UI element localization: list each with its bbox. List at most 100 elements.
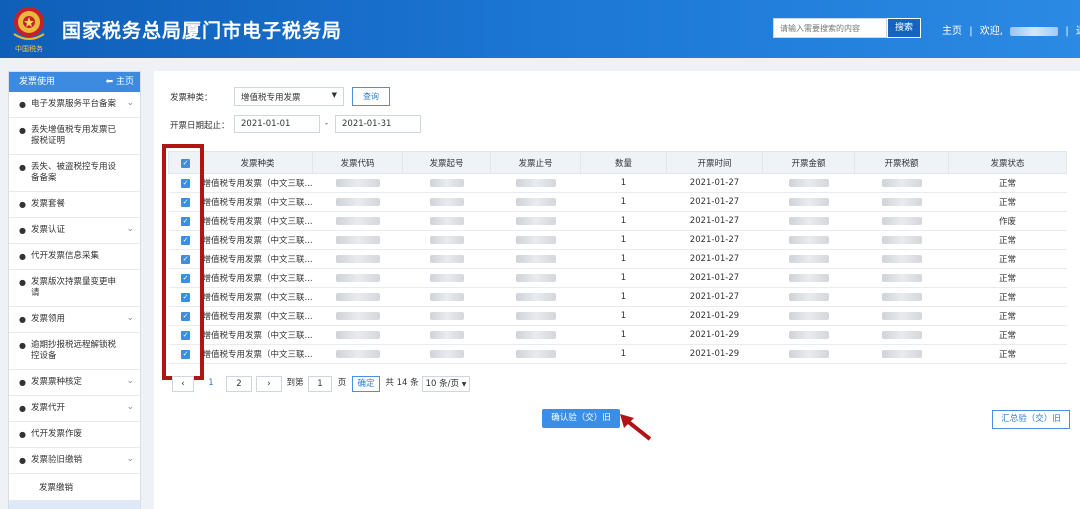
sidebar-item-label: 发票套餐 xyxy=(31,199,66,209)
sidebar-item-label: 发票领用 xyxy=(31,314,66,324)
next-page-button[interactable]: › xyxy=(256,376,282,392)
sidebar-item-label: 代开发票作废 xyxy=(31,429,83,439)
date-from-input[interactable]: 2021-01-01 xyxy=(234,115,320,133)
sidebar-item[interactable]: ● 发票领用 ⌄ xyxy=(9,307,140,333)
sidebar-item[interactable]: ● 发票验旧缴销 ⌄ xyxy=(9,448,140,474)
prev-page-button[interactable]: ‹ xyxy=(172,376,194,392)
amount-cell-redacted xyxy=(762,287,855,307)
chevron-down-icon: ⌄ xyxy=(126,224,134,234)
invoice-code-cell-redacted xyxy=(312,306,403,326)
tax-cell-redacted xyxy=(854,287,949,307)
sidebar-item[interactable]: ● 丢失、被盗税控专用设备备案 xyxy=(9,155,140,192)
column-header: 发票状态 xyxy=(948,151,1067,174)
invoice-type-cell: 增值税专用发票（中文三联... xyxy=(202,325,313,345)
invoice-type-cell: 增值税专用发票（中文三联... xyxy=(202,173,313,193)
status-cell: 正常 xyxy=(948,268,1067,288)
sidebar-title: 发票使用 xyxy=(19,77,56,87)
bullet-icon: ● xyxy=(19,430,26,439)
goto-label: 到第 xyxy=(286,378,304,388)
invoice-start-no-cell-redacted xyxy=(402,211,491,231)
bullet-icon: ● xyxy=(19,404,26,413)
table-row[interactable]: ✓ 增值税专用发票（中文三联... 1 2021-01-29 正常 xyxy=(168,306,1067,326)
table-row[interactable]: ✓ 增值税专用发票（中文三联... 1 2021-01-27 正常 xyxy=(168,173,1067,193)
table-row[interactable]: ✓ 增值税专用发票（中文三联... 1 2021-01-29 正常 xyxy=(168,344,1067,364)
page-2-button[interactable]: 2 xyxy=(226,376,252,392)
tax-emblem-icon xyxy=(13,7,45,40)
status-cell: 正常 xyxy=(948,173,1067,193)
sidebar-item[interactable]: ● 发票版次持票量变更申请 xyxy=(9,270,140,307)
page-1-button[interactable]: 1 xyxy=(204,376,218,392)
link-separator-2: | xyxy=(1065,26,1069,37)
issue-date-cell: 2021-01-27 xyxy=(666,230,763,250)
tax-cell-redacted xyxy=(854,344,949,364)
date-range-label: 开票日期起止： xyxy=(170,121,230,131)
chevron-down-icon: ▼ xyxy=(331,91,337,99)
sidebar-item-label: 电子发票服务平台备案 xyxy=(31,99,117,109)
bullet-icon: ● xyxy=(19,456,26,465)
invoice-start-no-cell-redacted xyxy=(402,173,491,193)
home-link[interactable]: 主页 xyxy=(942,26,962,37)
status-cell: 正常 xyxy=(948,306,1067,326)
invoice-code-cell-redacted xyxy=(312,173,403,193)
search-button[interactable]: 搜索 xyxy=(887,18,921,38)
sidebar-subitem[interactable]: 发票验（交）旧 xyxy=(9,501,140,509)
query-button[interactable]: 查询 xyxy=(352,87,390,106)
confirm-return-button[interactable]: 确认验（交）旧 xyxy=(542,409,620,428)
sidebar-item[interactable]: ● 电子发票服务平台备案 ⌄ xyxy=(9,92,140,118)
amount-cell-redacted xyxy=(762,306,855,326)
sidebar-item[interactable]: ● 代开发票信息采集 xyxy=(9,244,140,270)
table-row[interactable]: ✓ 增值税专用发票（中文三联... 1 2021-01-27 作废 xyxy=(168,211,1067,231)
issue-date-cell: 2021-01-27 xyxy=(666,268,763,288)
date-to-input[interactable]: 2021-01-31 xyxy=(335,115,421,133)
top-header: 中国税务 国家税务总局厦门市电子税务局 搜索 主页 | 欢迎, | 退 xyxy=(0,0,1080,58)
sidebar-item-label: 代开发票信息采集 xyxy=(31,251,100,261)
table-row[interactable]: ✓ 增值税专用发票（中文三联... 1 2021-01-27 正常 xyxy=(168,192,1067,212)
issue-date-cell: 2021-01-27 xyxy=(666,287,763,307)
total-count: 共 14 条 xyxy=(385,378,419,388)
table-row[interactable]: ✓ 增值税专用发票（中文三联... 1 2021-01-27 正常 xyxy=(168,230,1067,250)
invoice-code-cell-redacted xyxy=(312,325,403,345)
page-size-select[interactable]: 10 条/页 ▼ xyxy=(422,376,470,392)
amount-cell-redacted xyxy=(762,211,855,231)
goto-page-input[interactable]: 1 xyxy=(308,376,332,392)
table-row[interactable]: ✓ 增值税专用发票（中文三联... 1 2021-01-27 正常 xyxy=(168,249,1067,269)
sidebar-item-label: 丢失增值税专用发票已报税证明 xyxy=(31,125,117,146)
invoice-code-cell-redacted xyxy=(312,344,403,364)
invoice-type-cell: 增值税专用发票（中文三联... xyxy=(202,230,313,250)
bullet-icon: ● xyxy=(19,163,26,172)
summary-return-button[interactable]: 汇总验（交）旧 xyxy=(992,410,1070,429)
sidebar-item[interactable]: ● 发票票种核定 ⌄ xyxy=(9,370,140,396)
sidebar-item[interactable]: ● 发票认证 ⌄ xyxy=(9,218,140,244)
sidebar-item[interactable]: ● 逾期抄报税远程解锁税控设备 xyxy=(9,333,140,370)
table-row[interactable]: ✓ 增值税专用发票（中文三联... 1 2021-01-27 正常 xyxy=(168,287,1067,307)
invoice-start-no-cell-redacted xyxy=(402,344,491,364)
invoice-type-select[interactable]: 增值税专用发票 ▼ xyxy=(234,87,344,106)
user-name-redacted xyxy=(1010,26,1059,36)
quantity-cell: 1 xyxy=(580,306,667,326)
sidebar: 发票使用 ⬅ 主页 ● 电子发票服务平台备案 ⌄ ● 丢失增值税专用发票已报税证明 ● 丢失… xyxy=(8,71,141,509)
logo-text: 中国税务 xyxy=(15,45,43,53)
table-row[interactable]: ✓ 增值税专用发票（中文三联... 1 2021-01-27 正常 xyxy=(168,268,1067,288)
search-input[interactable] xyxy=(773,18,887,38)
tax-cell-redacted xyxy=(854,306,949,326)
pointer-arrow-annotation-icon xyxy=(620,414,652,441)
table-row[interactable]: ✓ 增值税专用发票（中文三联... 1 2021-01-29 正常 xyxy=(168,325,1067,345)
sidebar-item[interactable]: ● 发票代开 ⌄ xyxy=(9,396,140,422)
goto-confirm-button[interactable]: 确定 xyxy=(352,376,380,392)
invoice-start-no-cell-redacted xyxy=(402,249,491,269)
amount-cell-redacted xyxy=(762,249,855,269)
bullet-icon: ● xyxy=(19,252,26,261)
sidebar-item[interactable]: ● 发票套餐 xyxy=(9,192,140,218)
sidebar-item-label: 发票验旧缴销 xyxy=(31,455,83,465)
status-cell: 正常 xyxy=(948,230,1067,250)
status-cell: 正常 xyxy=(948,249,1067,269)
bullet-icon: ● xyxy=(19,378,26,387)
sidebar-item[interactable]: ● 丢失增值税专用发票已报税证明 xyxy=(9,118,140,155)
invoice-type-cell: 增值税专用发票（中文三联... xyxy=(202,344,313,364)
sidebar-item[interactable]: ● 代开发票作废 xyxy=(9,422,140,448)
sidebar-subitem[interactable]: 发票缴销 xyxy=(9,474,140,501)
sidebar-home-link[interactable]: ⬅ 主页 xyxy=(106,72,134,92)
bullet-icon: ● xyxy=(19,226,26,235)
chevron-down-icon: ⌄ xyxy=(126,376,134,386)
exit-link[interactable]: 退 xyxy=(1076,26,1080,37)
